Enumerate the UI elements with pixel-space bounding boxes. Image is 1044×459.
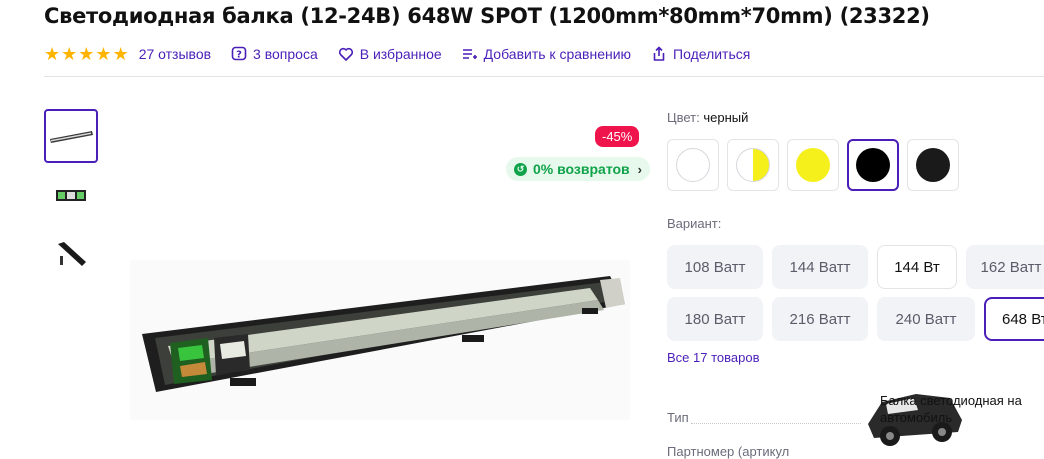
all-products-link[interactable]: Все 17 товаров [667, 350, 759, 365]
variant-option[interactable]: 180 Ватт [667, 297, 763, 341]
compare-link[interactable]: Добавить к сравнению [462, 46, 631, 62]
favorites-link[interactable]: В избранное [338, 46, 442, 62]
compare-icon [462, 49, 477, 59]
black-color-dot [916, 148, 950, 182]
color-value: черный [703, 110, 749, 125]
star-icon: ★ [78, 44, 95, 64]
rating-stars[interactable]: ★ ★ ★ ★ ★ [44, 45, 129, 63]
thumbnail-led-bar-side-image [58, 242, 86, 266]
white-color-dot [676, 148, 710, 182]
gallery-thumbnail[interactable] [44, 228, 98, 282]
spec-partnumber-label: Партномер (артикул [667, 444, 790, 459]
thumbnail-led-bar-image [50, 131, 93, 143]
returns-badge[interactable]: ↺ 0% возвратов › [506, 157, 650, 181]
spec-type-label: Тип [667, 410, 689, 425]
product-meta-bar: ★ ★ ★ ★ ★ 27 отзывов ? 3 вопроса В избра… [44, 44, 770, 64]
questions-link[interactable]: ? 3 вопроса [231, 46, 318, 62]
star-icon: ★ [112, 44, 129, 64]
divider [44, 76, 1044, 77]
variant-option[interactable]: 162 Ватт [966, 245, 1044, 289]
gallery-thumbnail[interactable] [44, 168, 98, 222]
questions-label: 3 вопроса [253, 46, 318, 62]
variant-option[interactable]: 144 Вт [877, 245, 957, 289]
heart-icon [338, 47, 353, 61]
black-color-dot [856, 148, 890, 182]
variant-option[interactable]: 240 Ватт [877, 297, 975, 341]
star-icon: ★ [44, 44, 61, 64]
thumbnail-led-bar-front-image [56, 190, 86, 201]
share-icon [653, 46, 665, 61]
color-swatch-yellow[interactable] [787, 139, 839, 191]
product-main-image [130, 260, 630, 420]
discount-badge: -45% [595, 126, 640, 147]
spec-dotted-leader [691, 423, 861, 424]
return-arrow-icon: ↺ [514, 162, 527, 176]
share-label: Поделиться [673, 46, 751, 62]
color-swatch-white[interactable] [667, 139, 719, 191]
color-swatch-black[interactable] [907, 139, 959, 191]
share-link[interactable]: Поделиться [651, 46, 750, 62]
variant-option-selected[interactable]: 648 Вт [984, 297, 1044, 341]
chevron-right-icon: › [637, 161, 642, 177]
color-swatch-black-selected[interactable] [847, 139, 899, 191]
variant-option[interactable]: 108 Ватт [667, 245, 763, 289]
svg-text:?: ? [236, 50, 242, 61]
color-swatch-white-yellow[interactable] [727, 139, 779, 191]
compare-label: Добавить к сравнению [483, 46, 632, 62]
white-yellow-color-dot [736, 148, 770, 182]
product-title: Светодиодная балка (12-24В) 648W SPOT (1… [44, 4, 930, 28]
question-icon: ? [231, 46, 247, 61]
reviews-link[interactable]: 27 отзывов [139, 46, 211, 62]
favorites-label: В избранное [359, 46, 442, 62]
returns-label: 0% возвратов [533, 161, 630, 177]
color-label: Цвет: черный [667, 110, 749, 125]
spec-type-value: Балка светодиодная на автомобиль [880, 393, 1022, 425]
variant-label: Вариант: [667, 216, 722, 231]
yellow-color-dot [796, 148, 830, 182]
variant-option[interactable]: 144 Ватт [772, 245, 868, 289]
gallery-thumbnail[interactable] [44, 109, 98, 163]
variant-option[interactable]: 216 Ватт [772, 297, 868, 341]
star-icon: ★ [61, 44, 78, 64]
star-icon: ★ [95, 44, 112, 64]
